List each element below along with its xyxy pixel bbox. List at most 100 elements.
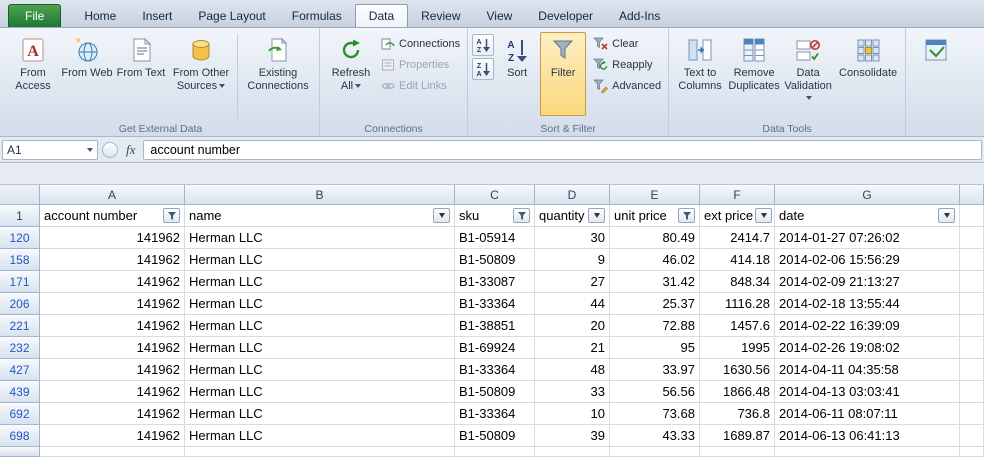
ext-price-filter-button[interactable] — [755, 208, 772, 223]
formula-input[interactable]: account number — [143, 140, 982, 160]
name-box[interactable]: A1 — [2, 140, 98, 160]
cell[interactable]: 46.02 — [610, 249, 700, 271]
row-header[interactable]: 692 — [0, 403, 40, 425]
cell[interactable]: Herman LLC — [185, 337, 455, 359]
text-to-columns-button[interactable]: Text to Columns — [673, 32, 727, 116]
refresh-all-button[interactable]: Refresh All — [324, 32, 378, 116]
cell[interactable]: 141962 — [40, 293, 185, 315]
column-header-c[interactable]: C — [455, 185, 535, 205]
row-header[interactable]: 427 — [0, 359, 40, 381]
cell[interactable] — [700, 447, 775, 457]
row-header[interactable]: 158 — [0, 249, 40, 271]
from-other-sources-button[interactable]: From Other Sources — [168, 32, 234, 116]
insert-function-button[interactable] — [102, 142, 118, 158]
cell[interactable] — [960, 381, 984, 403]
cell[interactable]: 2414.7 — [700, 227, 775, 249]
cell[interactable]: B1-50809 — [455, 381, 535, 403]
cell[interactable]: B1-33364 — [455, 293, 535, 315]
cell[interactable]: 2014-02-09 21:13:27 — [775, 271, 960, 293]
row-header[interactable]: 232 — [0, 337, 40, 359]
cell[interactable] — [960, 315, 984, 337]
tab-file[interactable]: File — [8, 4, 61, 27]
cell[interactable] — [960, 337, 984, 359]
cell[interactable]: 141962 — [40, 425, 185, 447]
fx-icon[interactable]: fx — [122, 142, 139, 158]
cell[interactable]: 141962 — [40, 271, 185, 293]
connections-button[interactable]: Connections — [378, 34, 463, 53]
name-filter-button[interactable] — [433, 208, 450, 223]
cell[interactable] — [960, 249, 984, 271]
unit-price-filter-button[interactable] — [678, 208, 695, 223]
cell[interactable] — [960, 403, 984, 425]
cell[interactable]: 21 — [535, 337, 610, 359]
row-header[interactable]: 206 — [0, 293, 40, 315]
header-cell-ext-price[interactable]: ext price — [700, 205, 775, 227]
cell[interactable]: Herman LLC — [185, 293, 455, 315]
cell[interactable] — [455, 447, 535, 457]
cell[interactable]: 2014-06-11 08:07:11 — [775, 403, 960, 425]
from-access-button[interactable]: A From Access — [6, 32, 60, 116]
tab-review[interactable]: Review — [408, 4, 473, 27]
row-header[interactable]: 698 — [0, 425, 40, 447]
cell[interactable]: 1689.87 — [700, 425, 775, 447]
header-cell-account-number[interactable]: account number — [40, 205, 185, 227]
cell[interactable] — [960, 447, 984, 457]
column-header-g[interactable]: G — [775, 185, 960, 205]
clear-filter-button[interactable]: Clear — [590, 34, 664, 53]
cell[interactable]: 30 — [535, 227, 610, 249]
account-number-filter-button[interactable] — [163, 208, 180, 223]
cell[interactable]: Herman LLC — [185, 227, 455, 249]
name-box-dropdown-icon[interactable] — [87, 148, 93, 152]
cell[interactable]: 1995 — [700, 337, 775, 359]
cell[interactable]: Herman LLC — [185, 315, 455, 337]
select-all-corner[interactable] — [0, 185, 40, 205]
row-header[interactable] — [0, 447, 40, 457]
cell[interactable]: 1116.28 — [700, 293, 775, 315]
row-header[interactable]: 221 — [0, 315, 40, 337]
cell[interactable]: 2014-01-27 07:26:02 — [775, 227, 960, 249]
cell[interactable]: 2014-02-06 15:56:29 — [775, 249, 960, 271]
cell[interactable]: 848.34 — [700, 271, 775, 293]
from-text-button[interactable]: From Text — [114, 32, 168, 116]
cell[interactable]: 2014-04-11 04:35:58 — [775, 359, 960, 381]
cell[interactable]: 25.37 — [610, 293, 700, 315]
header-cell-sku[interactable]: sku — [455, 205, 535, 227]
cell[interactable]: 43.33 — [610, 425, 700, 447]
reapply-filter-button[interactable]: Reapply — [590, 55, 664, 74]
cell[interactable] — [185, 447, 455, 457]
cell[interactable]: 2014-02-22 16:39:09 — [775, 315, 960, 337]
tab-insert[interactable]: Insert — [129, 4, 185, 27]
tab-data[interactable]: Data — [355, 4, 408, 27]
column-header-e[interactable]: E — [610, 185, 700, 205]
cell[interactable]: 33 — [535, 381, 610, 403]
row-header[interactable]: 171 — [0, 271, 40, 293]
column-header-b[interactable]: B — [185, 185, 455, 205]
cell[interactable]: B1-33087 — [455, 271, 535, 293]
sort-button[interactable]: AZ Sort — [494, 32, 540, 116]
tab-home[interactable]: Home — [71, 4, 129, 27]
cell[interactable]: 1630.56 — [700, 359, 775, 381]
cell[interactable] — [960, 271, 984, 293]
cell[interactable] — [535, 447, 610, 457]
consolidate-button[interactable]: Consolidate — [835, 32, 901, 116]
quantity-filter-button[interactable] — [588, 208, 605, 223]
cell[interactable] — [960, 205, 984, 227]
cell[interactable]: B1-50809 — [455, 425, 535, 447]
column-header-partial[interactable] — [960, 185, 984, 205]
cell[interactable]: 414.18 — [700, 249, 775, 271]
sku-filter-button[interactable] — [513, 208, 530, 223]
cell[interactable]: B1-38851 — [455, 315, 535, 337]
tab-page-layout[interactable]: Page Layout — [185, 4, 278, 27]
filter-button[interactable]: Filter — [540, 32, 586, 116]
cell[interactable] — [960, 425, 984, 447]
header-cell-unit-price[interactable]: unit price — [610, 205, 700, 227]
cell[interactable]: 2014-02-18 13:55:44 — [775, 293, 960, 315]
cell[interactable] — [960, 293, 984, 315]
cell[interactable]: 2014-02-26 19:08:02 — [775, 337, 960, 359]
row-header[interactable]: 120 — [0, 227, 40, 249]
cell[interactable]: 20 — [535, 315, 610, 337]
header-cell-name[interactable]: name — [185, 205, 455, 227]
sort-za-descending-button[interactable]: ZA — [472, 58, 494, 80]
cell[interactable] — [960, 359, 984, 381]
cell[interactable] — [775, 447, 960, 457]
